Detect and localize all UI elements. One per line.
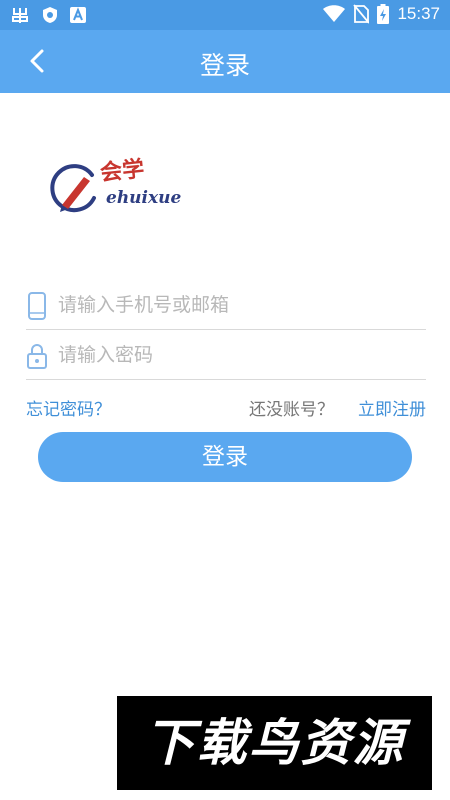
lock-icon bbox=[27, 344, 47, 369]
password-input[interactable] bbox=[58, 338, 418, 372]
password-field bbox=[26, 332, 426, 380]
battery-charging-icon bbox=[377, 4, 390, 24]
status-time: 15:37 bbox=[397, 4, 440, 23]
logo-text-en: ehuixue bbox=[106, 188, 182, 208]
app-bar: 登录 bbox=[0, 30, 450, 93]
shield-icon bbox=[43, 7, 57, 23]
forgot-password-link[interactable]: 忘记密码？ bbox=[26, 395, 111, 420]
phone-input[interactable] bbox=[58, 288, 418, 322]
login-button[interactable]: 登录 bbox=[38, 432, 412, 482]
phone-icon bbox=[28, 292, 46, 320]
bug-icon bbox=[12, 8, 28, 23]
no-account-text: 还没账号？ bbox=[249, 400, 334, 420]
status-bar: 15:37 bbox=[0, 0, 450, 30]
status-right-icons: 15:37 bbox=[323, 4, 440, 24]
phone-field bbox=[26, 282, 426, 330]
page-title: 登录 bbox=[199, 51, 250, 80]
wifi-icon bbox=[323, 5, 346, 22]
register-link[interactable]: 立即注册 bbox=[358, 395, 426, 420]
status-left-icons bbox=[10, 5, 86, 25]
form-links: 忘记密码？ 还没账号？ 立即注册 bbox=[26, 395, 426, 421]
no-sim-icon bbox=[353, 4, 370, 24]
watermark: 下载鸟资源 bbox=[117, 696, 432, 790]
logo-text-cn: 会学 bbox=[98, 155, 146, 187]
a-icon bbox=[70, 7, 86, 23]
app-logo: 会学 ehuixue bbox=[48, 150, 188, 220]
